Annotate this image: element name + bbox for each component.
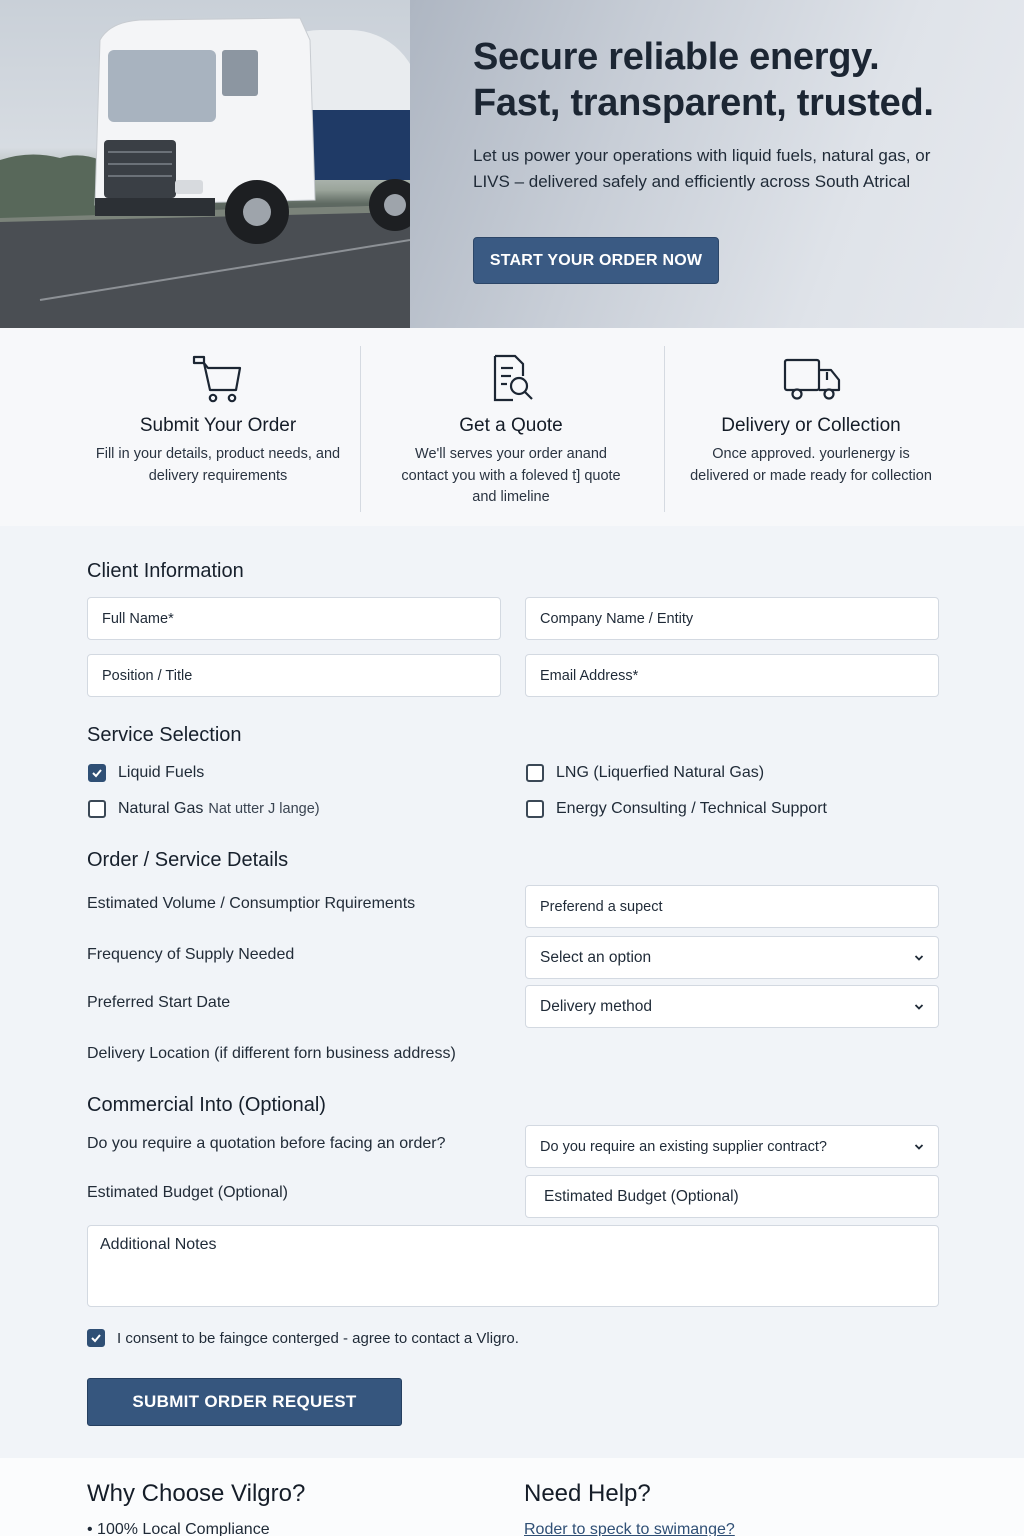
- order-details-title: Order / Service Details: [87, 849, 289, 871]
- service-option-lng[interactable]: LNG (Liquerfied Natural Gas): [526, 764, 764, 782]
- service-option-label: Energy Consulting / Technical Support: [556, 800, 827, 817]
- additional-notes-textarea[interactable]: Additional Notes: [87, 1225, 939, 1307]
- chevron-down-icon: [914, 1003, 924, 1010]
- service-option-natural-gas[interactable]: Natural Gas Nat utter J lange): [88, 800, 320, 818]
- volume-label: Estimated Volume / Consumptior Rquiremen…: [87, 895, 416, 912]
- quotation-label: Do you require a quotation before facing…: [87, 1135, 446, 1152]
- delivery-location-label: Delivery Location (if different forn bus…: [87, 1045, 456, 1062]
- hero-title-line1: Secure reliable energy.: [473, 36, 880, 78]
- frequency-select[interactable]: Select an option: [525, 936, 939, 979]
- hero-subtitle: Let us power your operations with liquid…: [473, 146, 931, 191]
- supplier-contract-select[interactable]: Do you require an existing supplier cont…: [525, 1125, 939, 1168]
- service-option-label: Natural Gas: [118, 800, 204, 817]
- order-form: Client Information Full Name* Company Na…: [0, 526, 1024, 1458]
- shopping-cart-icon: [190, 354, 246, 404]
- hero-title: Secure reliable energy. Fast, transparen…: [473, 34, 993, 126]
- step-text: Fill in your details, product needs, and…: [95, 446, 341, 484]
- step-title: Submit Your Order: [139, 415, 297, 436]
- step-text: We'll serves your order anand contact yo…: [401, 446, 621, 505]
- budget-field[interactable]: Estimated Budget (Optional): [525, 1175, 939, 1218]
- step-title: Delivery or Collection: [721, 415, 901, 436]
- need-help-title: Need Help?: [524, 1480, 651, 1507]
- frequency-label: Frequency of Supply Needed: [87, 946, 295, 963]
- checkbox[interactable]: [88, 800, 106, 818]
- consent-checkbox[interactable]: [87, 1329, 105, 1347]
- why-choose-item: • 100% Local Compliance: [87, 1521, 270, 1536]
- start-date-label: Preferred Start Date: [87, 994, 231, 1011]
- service-option-liquid-fuels[interactable]: Liquid Fuels: [88, 764, 204, 782]
- checkbox-checked[interactable]: [88, 764, 106, 782]
- step-text: Once approved. yourlenergy is delivered …: [690, 446, 932, 484]
- footer: Why Choose Vilgro? • 100% Local Complian…: [0, 1458, 1024, 1536]
- consent-row[interactable]: I consent to be faingce conterged - agre…: [87, 1329, 519, 1347]
- checkbox[interactable]: [526, 764, 544, 782]
- position-field[interactable]: Position / Title: [87, 654, 501, 697]
- step-delivery: Delivery or Collection Once approved. yo…: [690, 328, 932, 526]
- checkbox[interactable]: [526, 800, 544, 818]
- service-option-suffix: Nat utter J lange): [208, 801, 320, 817]
- delivery-truck-icon: [783, 354, 841, 404]
- hero-section: Secure reliable energy. Fast, transparen…: [0, 0, 1024, 328]
- help-link[interactable]: Roder to speck to swimange?: [524, 1521, 735, 1536]
- step-title: Get a Quote: [459, 415, 563, 436]
- email-field[interactable]: Email Address*: [525, 654, 939, 697]
- budget-label: Estimated Budget (Optional): [87, 1184, 288, 1201]
- delivery-method-select[interactable]: Delivery method: [525, 985, 939, 1028]
- frequency-select-value: Select an option: [540, 948, 652, 966]
- company-name-field[interactable]: Company Name / Entity: [525, 597, 939, 640]
- client-info-title: Client Information: [87, 560, 244, 582]
- supplier-contract-value: Do you require an existing supplier cont…: [540, 1138, 827, 1155]
- service-option-label: Liquid Fuels: [118, 764, 205, 781]
- volume-field[interactable]: Preferend a supect: [525, 885, 939, 928]
- why-choose-title: Why Choose Vilgro?: [87, 1480, 306, 1507]
- submit-order-button[interactable]: SUBMIT ORDER REQUEST: [87, 1378, 402, 1426]
- hero-truck-photo: [0, 0, 410, 328]
- hero-text-panel: Secure reliable energy. Fast, transparen…: [410, 0, 1024, 328]
- full-name-field[interactable]: Full Name*: [87, 597, 501, 640]
- start-order-button[interactable]: START YOUR ORDER NOW: [473, 237, 719, 284]
- delivery-method-value: Delivery method: [540, 997, 652, 1015]
- chevron-down-icon: [914, 1143, 924, 1150]
- consent-text: I consent to be faingce conterged - agre…: [117, 1329, 519, 1347]
- service-option-label: LNG (Liquerfied Natural Gas): [556, 764, 765, 781]
- service-option-consulting[interactable]: Energy Consulting / Technical Support: [526, 800, 827, 818]
- step-get-quote: Get a Quote We'll serves your order anan…: [396, 328, 626, 526]
- service-selection-title: Service Selection: [87, 724, 242, 746]
- step-submit-order: Submit Your Order Fill in your details, …: [90, 328, 346, 526]
- chevron-down-icon: [914, 954, 924, 961]
- hero-title-line2: Fast, transparent, trusted.: [473, 82, 934, 124]
- process-steps: Submit Your Order Fill in your details, …: [0, 328, 1024, 526]
- step-divider: [360, 346, 361, 512]
- commercial-info-title: Commercial Into (Optional): [87, 1094, 326, 1116]
- document-search-icon: [483, 354, 539, 404]
- step-divider: [664, 346, 665, 512]
